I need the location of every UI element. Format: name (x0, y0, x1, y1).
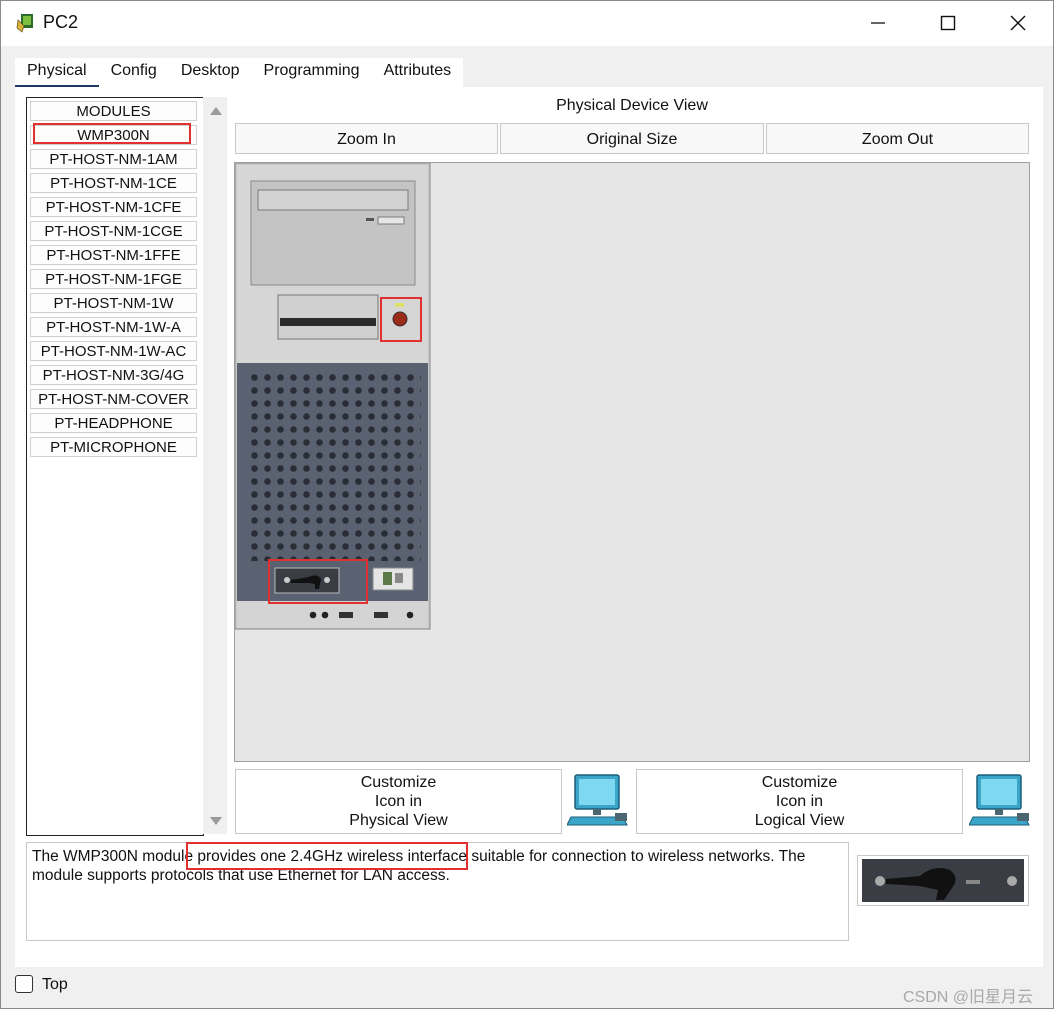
modules-list[interactable]: MODULES WMP300N PT-HOST-NM-1AM PT-HOST-N… (26, 97, 204, 836)
module-item[interactable]: PT-HOST-NM-1CE (30, 173, 197, 193)
customize-physical-line3: Physical View (349, 812, 448, 829)
original-size-button[interactable]: Original Size (500, 123, 764, 154)
module-item[interactable]: PT-HOST-NM-COVER (30, 389, 197, 409)
top-checkbox[interactable] (15, 975, 33, 993)
module-item[interactable]: PT-HOST-NM-3G/4G (30, 365, 197, 385)
packet-tracer-pc-icon (16, 14, 33, 33)
module-item[interactable]: PT-HOST-NM-1W-AC (30, 341, 197, 361)
customize-logical-icon-button[interactable]: Customize Icon in Logical View (636, 769, 963, 834)
maximize-button[interactable] (913, 1, 983, 46)
selected-module-highlight (33, 123, 191, 144)
module-item[interactable]: PT-HOST-NM-1AM (30, 149, 197, 169)
zoom-in-button[interactable]: Zoom In (235, 123, 498, 154)
module-item[interactable]: PT-HOST-NM-1FGE (30, 269, 197, 289)
tab-attributes[interactable]: Attributes (372, 58, 464, 88)
scroll-up-icon[interactable] (210, 107, 222, 115)
tab-physical[interactable]: Physical (15, 58, 99, 88)
customize-physical-line1: Customize (360, 774, 437, 791)
minimize-button[interactable] (843, 1, 913, 46)
tab-programming[interactable]: Programming (252, 58, 372, 88)
customize-logical-line2: Icon in (775, 793, 824, 810)
module-item[interactable]: PT-HEADPHONE (30, 413, 197, 433)
title-bar: PC2 (1, 1, 1053, 46)
pc2-window: PC2 Physical Config Desktop Programming … (0, 0, 1054, 1009)
minimize-icon (871, 22, 885, 24)
close-icon (1010, 15, 1026, 31)
customize-physical-line2: Icon in (374, 793, 423, 810)
tab-desktop[interactable]: Desktop (169, 58, 252, 88)
tab-bar: Physical Config Desktop Programming Attr… (15, 58, 464, 88)
wmp300n-module-image (862, 859, 1024, 902)
pc-icon (567, 774, 628, 826)
module-item[interactable]: PT-HOST-NM-1CGE (30, 221, 197, 241)
scroll-down-icon[interactable] (210, 817, 222, 825)
customize-logical-line1: Customize (761, 774, 838, 791)
window-title: PC2 (43, 12, 79, 32)
maximize-icon (940, 15, 956, 31)
module-item[interactable]: PT-HOST-NM-1CFE (30, 197, 197, 217)
modules-header: MODULES (30, 101, 197, 121)
pc-icon (969, 774, 1030, 826)
module-item[interactable]: PT-HOST-NM-1W (30, 293, 197, 313)
description-highlight (186, 842, 468, 870)
customize-physical-icon-button[interactable]: Customize Icon in Physical View (235, 769, 562, 834)
power-button-highlight (380, 297, 422, 342)
modules-scrollbar[interactable] (203, 97, 227, 834)
top-label: Top (42, 976, 68, 993)
tab-config[interactable]: Config (99, 58, 169, 88)
zoom-out-button[interactable]: Zoom Out (766, 123, 1029, 154)
watermark: CSDN @旧星月云 (903, 989, 1034, 1006)
physical-device-view-label: Physical Device View (556, 97, 708, 114)
customize-logical-line3: Logical View (754, 812, 845, 829)
close-button[interactable] (983, 1, 1053, 46)
module-item[interactable]: PT-HOST-NM-1FFE (30, 245, 197, 265)
physical-device-viewport[interactable] (234, 162, 1030, 762)
module-preview (857, 855, 1029, 906)
wireless-module-slot-highlight (268, 559, 368, 604)
module-item[interactable]: PT-MICROPHONE (30, 437, 197, 457)
module-item[interactable]: PT-HOST-NM-1W-A (30, 317, 197, 337)
